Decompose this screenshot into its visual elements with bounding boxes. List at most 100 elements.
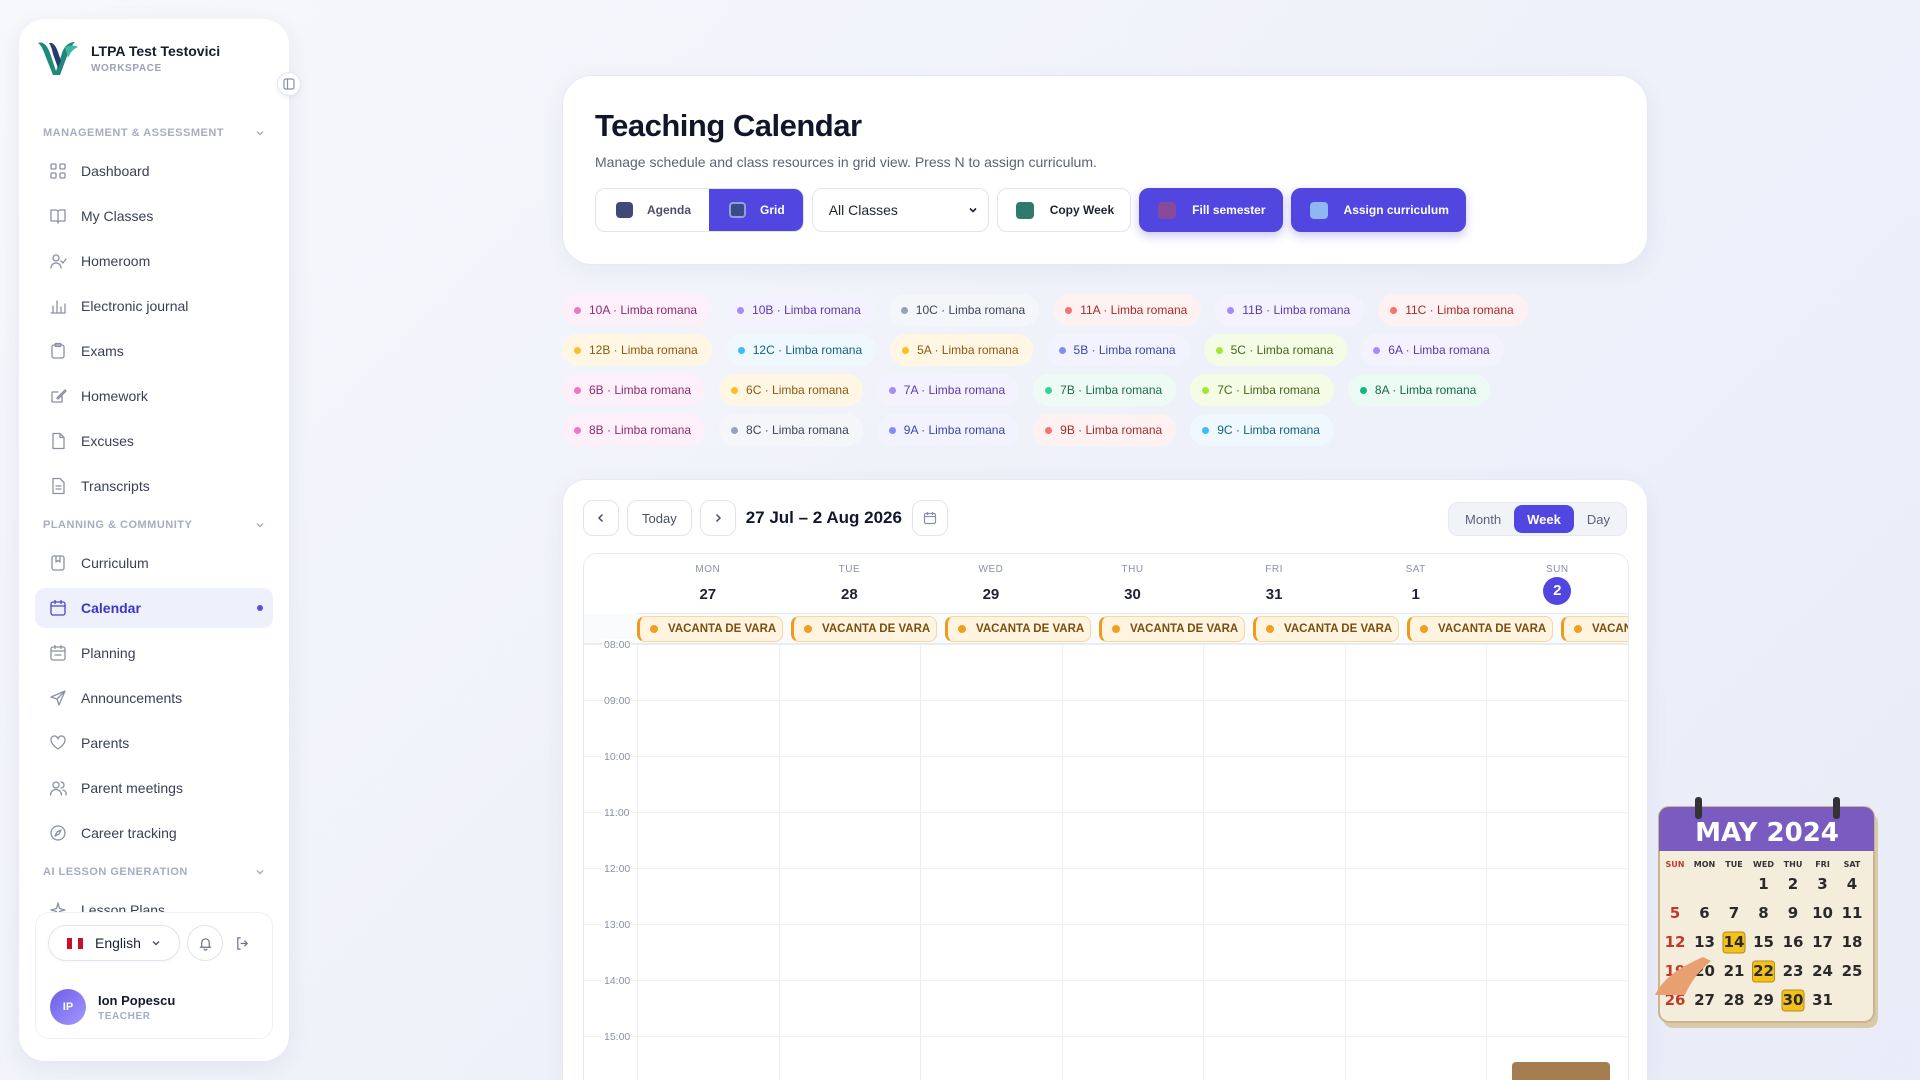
language-select[interactable]: English [48, 925, 180, 961]
day-header[interactable]: FRI 31 [1203, 554, 1345, 613]
day-header[interactable]: SAT 1 [1345, 554, 1487, 613]
class-chip[interactable]: 5C · Limba romana [1203, 334, 1348, 366]
agenda-label: Agenda [647, 203, 692, 217]
assign-curriculum-button[interactable]: Assign curriculum [1290, 188, 1466, 232]
class-chip[interactable]: 10A · Limba romana [562, 294, 712, 326]
hour-label: 15:00 [602, 1031, 633, 1043]
fill-semester-button[interactable]: Fill semester [1139, 188, 1283, 232]
all-day-event[interactable]: VACANTA DE VARA [1561, 616, 1628, 642]
next-week-button[interactable] [699, 500, 736, 536]
all-day-event[interactable]: VACANTA DE VARA [791, 616, 937, 642]
sidebar-item-homeroom[interactable]: Homeroom [35, 241, 273, 281]
class-filter-select[interactable]: All Classes [811, 188, 989, 232]
day-number: 31 [1265, 586, 1283, 603]
illustration-day: 17 [1812, 933, 1833, 951]
class-chip[interactable]: 7B · Limba romana [1033, 374, 1177, 406]
nav-section-header[interactable]: MANAGEMENT & ASSESSMENT [19, 119, 289, 147]
class-chip-label: 5A · Limba romana [917, 343, 1019, 357]
class-chip[interactable]: 7A · Limba romana [876, 374, 1020, 406]
class-chip[interactable]: 6B · Limba romana [562, 374, 706, 406]
day-header[interactable]: TUE 28 [779, 554, 921, 613]
send-icon [50, 690, 66, 706]
chip-row: 8B · Limba romana 8C · Limba romana 9A · L… [562, 414, 1522, 446]
day-number: 28 [841, 586, 858, 603]
class-chip[interactable]: 8A · Limba romana [1347, 374, 1491, 406]
class-chip[interactable]: 9C · Limba romana [1190, 414, 1334, 446]
all-day-event[interactable]: VACANTA DE VARA [1099, 616, 1245, 642]
logout-button[interactable] [232, 933, 252, 953]
class-chip[interactable]: 9B · Limba romana [1033, 414, 1177, 446]
sidebar-item-announcements[interactable]: Announcements [35, 678, 273, 718]
date-picker-button[interactable] [911, 500, 948, 536]
class-chip[interactable]: 6A · Limba romana [1361, 334, 1504, 366]
all-day-event[interactable]: VACANTA DE VARA [1407, 616, 1553, 642]
chevron-down-icon [969, 207, 977, 213]
sidebar-item-calendar[interactable]: Calendar [35, 588, 273, 628]
nav-section-header[interactable]: AI LESSON GENERATION [19, 858, 289, 886]
workspace-brand[interactable]: LTPA Test Testovici WORKSPACE [35, 37, 220, 79]
class-chip[interactable]: 11B · Limba romana [1215, 294, 1365, 326]
class-chip[interactable]: 8C · Limba romana [719, 414, 863, 446]
user-profile[interactable]: IP Ion Popescu TEACHER [50, 989, 175, 1025]
class-chip[interactable]: 5B · Limba romana [1046, 334, 1190, 366]
day-header[interactable]: WED 29 [920, 554, 1062, 613]
illustration-weekday: SAT [1844, 860, 1861, 869]
sidebar-item-exams[interactable]: Exams [35, 331, 273, 371]
class-color-dot [1227, 306, 1235, 314]
class-color-dot [574, 306, 581, 314]
day-header[interactable]: THU 30 [1062, 554, 1204, 613]
sidebar-item-my-classes[interactable]: My Classes [35, 196, 273, 236]
class-chip[interactable]: 10C · Limba romana [888, 294, 1040, 326]
grid-view-button[interactable]: Grid [709, 189, 803, 231]
day-header[interactable]: SUN 2 [1486, 554, 1628, 613]
class-chip-label: 6C · Limba romana [746, 383, 849, 397]
class-chip[interactable]: 8B · Limba romana [562, 414, 706, 446]
all-day-event[interactable]: VACANTA DE VARA [637, 616, 783, 642]
nav-section-header[interactable]: PLANNING & COMMUNITY [19, 511, 289, 539]
class-chip[interactable]: 12C · Limba romana [725, 334, 877, 366]
class-chip[interactable]: 5A · Limba romana [890, 334, 1033, 366]
illustration-day: 28 [1724, 991, 1745, 1009]
class-chip[interactable]: 6C · Limba romana [719, 374, 863, 406]
class-color-dot [731, 426, 739, 434]
day-header[interactable]: MON 27 [637, 554, 779, 613]
class-chip[interactable]: 7C · Limba romana [1190, 374, 1334, 406]
event-dot [1420, 625, 1428, 633]
sidebar-item-curriculum[interactable]: Curriculum [35, 543, 273, 583]
notifications-button[interactable] [187, 925, 223, 961]
mode-week-button[interactable]: Week [1514, 505, 1574, 533]
hour-label: 14:00 [602, 975, 633, 987]
mode-day-button[interactable]: Day [1574, 505, 1623, 533]
copy-week-button[interactable]: Copy Week [996, 188, 1132, 232]
class-chip[interactable]: 10B · Limba romana [725, 294, 875, 326]
class-chip[interactable]: 11C · Limba romana [1378, 294, 1528, 326]
day-name: SAT [1405, 564, 1426, 575]
event-title: VACANTA DE VARA [976, 623, 1085, 635]
sidebar-item-planning[interactable]: Planning [35, 633, 273, 673]
illustration-day: 31 [1812, 991, 1833, 1009]
event-dot [1266, 625, 1274, 633]
mode-month-button[interactable]: Month [1452, 505, 1514, 533]
class-chip-label: 6B · Limba romana [589, 383, 692, 397]
day-number: 2 [1543, 577, 1572, 605]
sidebar-item-label: Announcements [81, 690, 183, 706]
all-day-event[interactable]: VACANTA DE VARA [1253, 616, 1399, 642]
sidebar-item-homework[interactable]: Homework [35, 376, 273, 416]
sidebar-item-dashboard[interactable]: Dashboard [35, 151, 273, 191]
prev-week-button[interactable] [583, 500, 619, 536]
class-chip[interactable]: 12B · Limba romana [562, 334, 712, 366]
sidebar-item-career-tracking[interactable]: Career tracking [35, 813, 273, 853]
today-button[interactable]: Today [627, 500, 692, 536]
sidebar-item-electronic-journal[interactable]: Electronic journal [35, 286, 273, 326]
sidebar-item-transcripts[interactable]: Transcripts [35, 466, 273, 506]
class-chip[interactable]: 11A · Limba romana [1053, 294, 1202, 326]
agenda-view-button[interactable]: Agenda [596, 189, 709, 231]
collapse-sidebar-button[interactable] [277, 72, 301, 96]
sidebar-item-excuses[interactable]: Excuses [35, 421, 273, 461]
class-chip-label: 8B · Limba romana [589, 423, 692, 437]
class-chip[interactable]: 9A · Limba romana [876, 414, 1020, 446]
class-color-dot [1373, 346, 1381, 354]
sidebar-item-parent-meetings[interactable]: Parent meetings [35, 768, 273, 808]
all-day-event[interactable]: VACANTA DE VARA [945, 616, 1091, 642]
sidebar-item-parents[interactable]: Parents [35, 723, 273, 763]
